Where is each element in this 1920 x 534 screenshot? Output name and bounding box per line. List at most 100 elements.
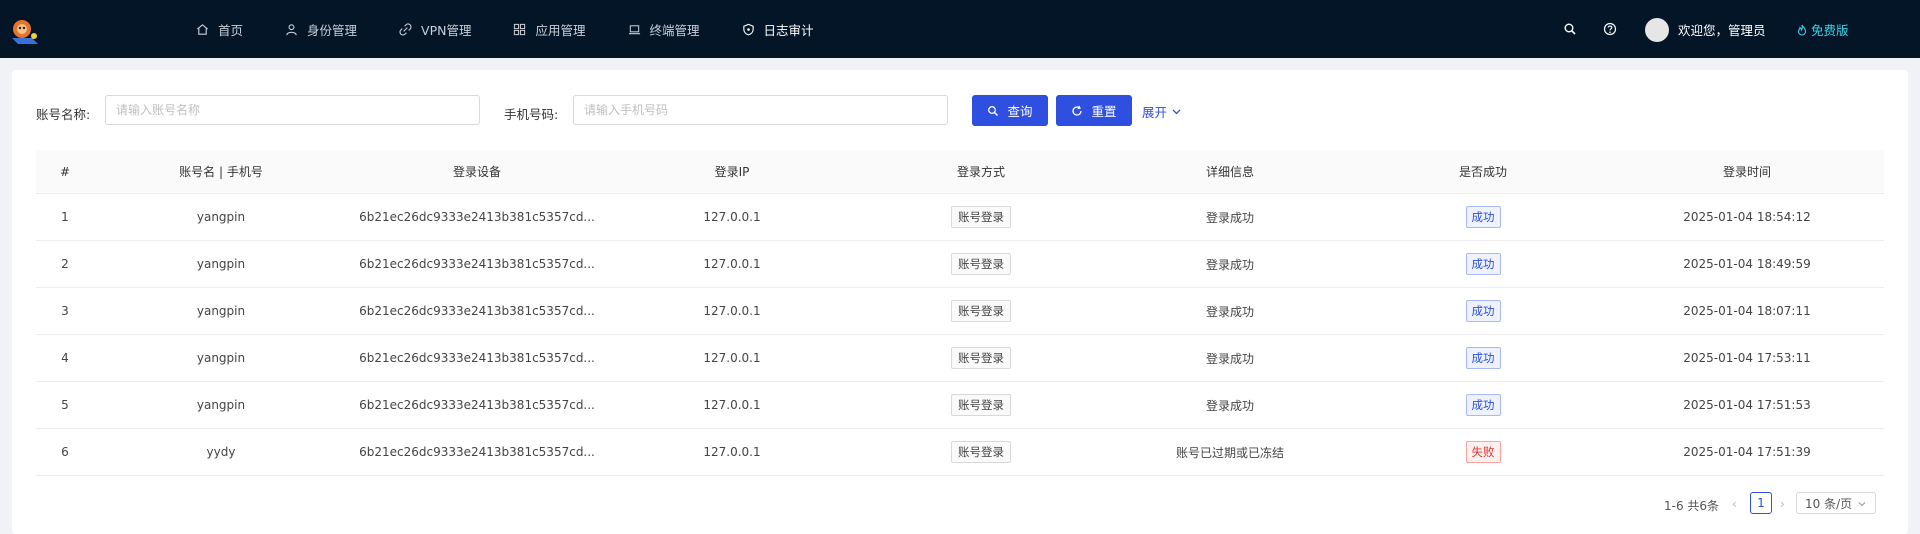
- refresh-icon: [1072, 105, 1083, 116]
- expand-toggle[interactable]: 展开: [1142, 102, 1182, 121]
- status-cell: 成功: [1356, 334, 1610, 382]
- flame-icon: [1797, 24, 1807, 36]
- reset-button-label: 重置: [1091, 104, 1117, 119]
- table-row: 2 yangpin 6b21ec26dc9333e2413b381c5357cd..…: [36, 240, 1884, 288]
- method-cell: 账号登录: [858, 381, 1104, 429]
- status-badge: 成功: [1465, 253, 1501, 275]
- device-cell: 6b21ec26dc9333e2413b381c5357cd...: [348, 287, 606, 335]
- search-button-label: 查询: [1007, 104, 1033, 119]
- column-header: 是否成功: [1356, 150, 1610, 194]
- table-row: 3 yangpin 6b21ec26dc9333e2413b381c5357cd..…: [36, 287, 1884, 335]
- detail-cell: 登录成功: [1104, 193, 1356, 241]
- column-header: 登录时间: [1610, 150, 1884, 194]
- nav-item-home[interactable]: 首页: [196, 20, 243, 39]
- nav-item-label: 身份管理: [307, 22, 358, 38]
- detail-cell: 账号已过期或已冻结: [1104, 428, 1356, 476]
- table-row: 1 yangpin 6b21ec26dc9333e2413b381c5357cd..…: [36, 193, 1884, 241]
- column-header: #: [36, 150, 94, 194]
- nav-item-identity[interactable]: 身份管理: [285, 20, 357, 39]
- table-row: 4 yangpin 6b21ec26dc9333e2413b381c5357cd..…: [36, 334, 1884, 382]
- method-cell: 账号登录: [858, 240, 1104, 288]
- nav-item-log-audit[interactable]: 日志审计: [742, 20, 814, 39]
- reset-button[interactable]: 重置: [1056, 95, 1132, 126]
- page-size-label: 10 条/页: [1805, 496, 1853, 511]
- nav-item-label: 日志审计: [763, 22, 814, 38]
- apps-icon: [514, 23, 526, 35]
- detail-cell: 登录成功: [1104, 287, 1356, 335]
- page-number-button[interactable]: 1: [1750, 492, 1772, 514]
- row-index: 3: [36, 287, 94, 335]
- avatar[interactable]: [1645, 18, 1669, 42]
- login-method-tag: 账号登录: [951, 347, 1011, 369]
- search-button[interactable]: 查询: [972, 95, 1048, 126]
- search-icon: [988, 105, 999, 116]
- account-cell: yangpin: [94, 193, 348, 241]
- link-icon: [399, 22, 412, 36]
- ip-cell: 127.0.0.1: [606, 193, 858, 241]
- prev-page-icon[interactable]: ‹: [1732, 497, 1742, 511]
- column-header: 登录IP: [606, 150, 858, 194]
- method-cell: 账号登录: [858, 334, 1104, 382]
- ip-cell: 127.0.0.1: [606, 240, 858, 288]
- row-index: 1: [36, 193, 94, 241]
- device-cell: 6b21ec26dc9333e2413b381c5357cd...: [348, 428, 606, 476]
- status-cell: 失败: [1356, 428, 1610, 476]
- row-index: 2: [36, 240, 94, 288]
- detail-cell: 登录成功: [1104, 240, 1356, 288]
- nav-item-label: 终端管理: [649, 22, 700, 38]
- home-icon: [197, 23, 208, 35]
- device-cell: 6b21ec26dc9333e2413b381c5357cd...: [348, 334, 606, 382]
- column-header: 账号名 | 手机号: [94, 150, 348, 194]
- status-badge: 成功: [1465, 300, 1501, 322]
- nav-item-terminal[interactable]: 终端管理: [628, 20, 700, 39]
- status-badge: 失败: [1465, 441, 1501, 463]
- column-header: 登录设备: [348, 150, 606, 194]
- login-method-tag: 账号登录: [951, 253, 1011, 275]
- row-index: 6: [36, 428, 94, 476]
- time-cell: 2025-01-04 18:49:59: [1610, 240, 1884, 288]
- row-index: 4: [36, 334, 94, 382]
- nav-item-vpn[interactable]: VPN管理: [399, 20, 471, 39]
- laptop-icon: [628, 24, 640, 34]
- top-navbar: 首页 身份管理 VPN管理 应用管理 终端管理 日志审计 欢迎您，管理员 免费版: [0, 0, 1920, 58]
- status-cell: 成功: [1356, 240, 1610, 288]
- help-icon[interactable]: [1603, 22, 1617, 36]
- method-cell: 账号登录: [858, 193, 1104, 241]
- logo-icon[interactable]: [8, 16, 44, 46]
- edition-badge[interactable]: 免费版: [1796, 20, 1849, 39]
- user-icon: [286, 23, 297, 35]
- ip-cell: 127.0.0.1: [606, 381, 858, 429]
- chevron-down-icon: [1858, 502, 1866, 507]
- pagination-total: 1-6 共6条: [1664, 499, 1720, 513]
- column-header: 详细信息: [1104, 150, 1356, 194]
- account-filter-label: 账号名称:: [36, 107, 91, 122]
- login-log-table: # 账号名 | 手机号 登录设备 登录IP 登录方式 详细信息 是否成功 登录时…: [36, 150, 1884, 476]
- ip-cell: 127.0.0.1: [606, 334, 858, 382]
- search-icon[interactable]: [1563, 22, 1577, 36]
- column-header: 登录方式: [858, 150, 1104, 194]
- device-cell: 6b21ec26dc9333e2413b381c5357cd...: [348, 193, 606, 241]
- next-page-icon[interactable]: ›: [1780, 497, 1790, 511]
- nav-item-label: VPN管理: [421, 22, 472, 38]
- status-badge: 成功: [1465, 394, 1501, 416]
- time-cell: 2025-01-04 17:51:39: [1610, 428, 1884, 476]
- detail-cell: 登录成功: [1104, 334, 1356, 382]
- welcome-text[interactable]: 欢迎您，管理员: [1678, 20, 1766, 39]
- device-cell: 6b21ec26dc9333e2413b381c5357cd...: [348, 240, 606, 288]
- status-badge: 成功: [1465, 206, 1501, 228]
- time-cell: 2025-01-04 17:53:11: [1610, 334, 1884, 382]
- nav-item-apps[interactable]: 应用管理: [513, 20, 586, 39]
- status-cell: 成功: [1356, 287, 1610, 335]
- phone-number-input[interactable]: [573, 95, 948, 125]
- login-method-tag: 账号登录: [951, 300, 1011, 322]
- account-cell: yangpin: [94, 240, 348, 288]
- page-size-select[interactable]: 10 条/页: [1796, 492, 1876, 514]
- nav-item-label: 首页: [218, 22, 244, 38]
- account-name-input[interactable]: [105, 95, 480, 125]
- device-cell: 6b21ec26dc9333e2413b381c5357cd...: [348, 381, 606, 429]
- account-cell: yangpin: [94, 334, 348, 382]
- row-index: 5: [36, 381, 94, 429]
- time-cell: 2025-01-04 18:07:11: [1610, 287, 1884, 335]
- login-method-tag: 账号登录: [951, 206, 1011, 228]
- table-header-row: # 账号名 | 手机号 登录设备 登录IP 登录方式 详细信息 是否成功 登录时…: [36, 150, 1884, 194]
